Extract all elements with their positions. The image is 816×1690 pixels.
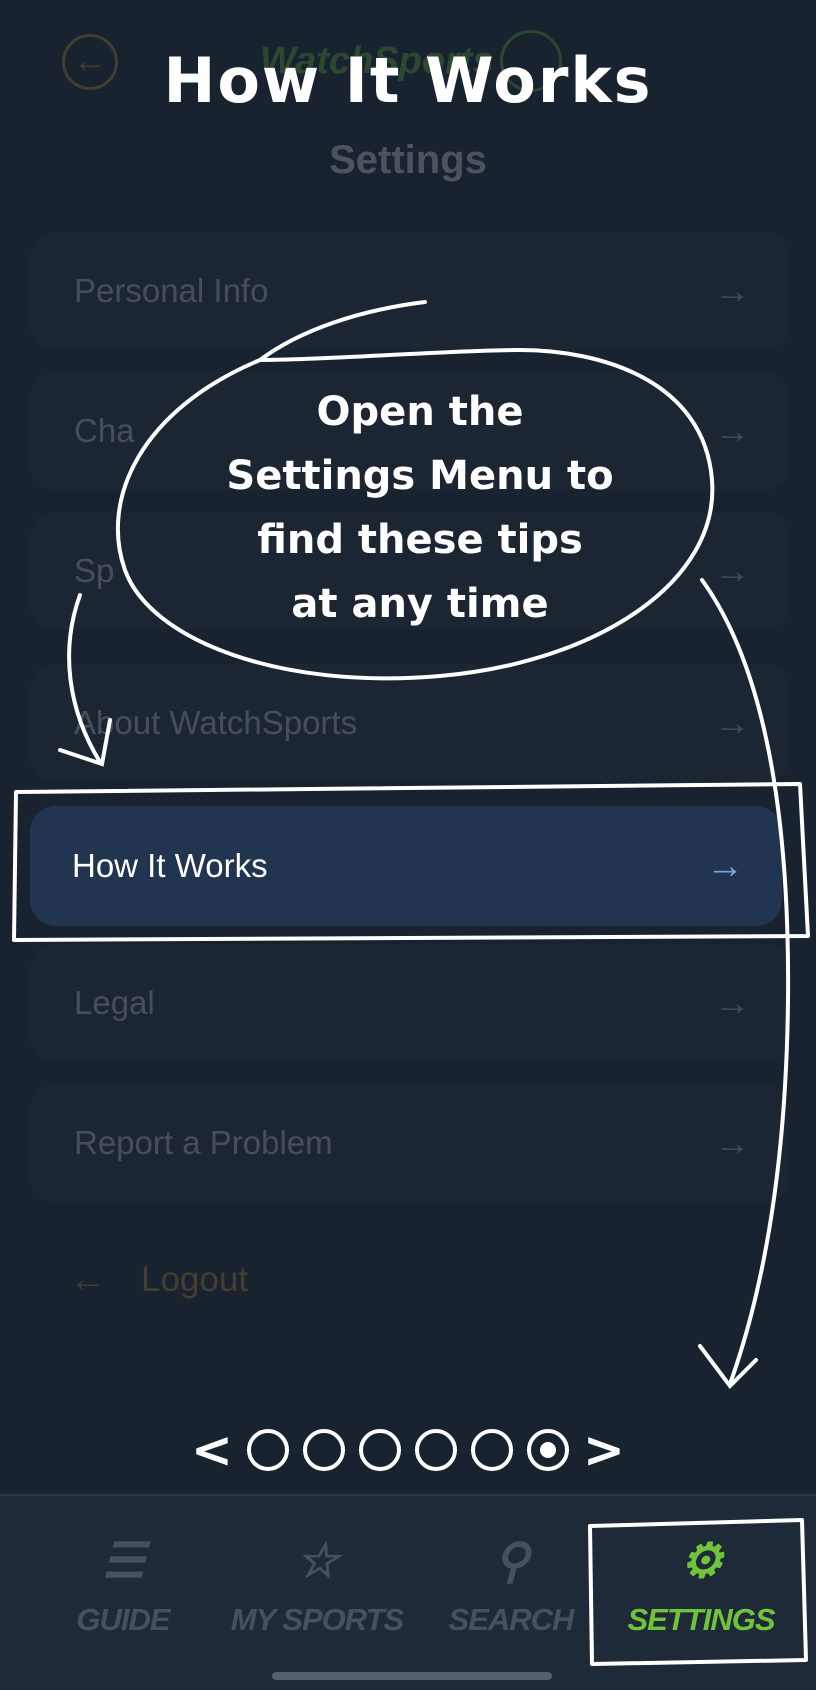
arrow-left-icon: ← bbox=[70, 1260, 105, 1299]
menu-item-label: Cha bbox=[74, 412, 135, 449]
pager-prev-button[interactable]: < bbox=[191, 1421, 233, 1479]
search-icon: ⚲ bbox=[493, 1535, 529, 1588]
tab-search[interactable]: ⚲ SEARCH bbox=[416, 1532, 606, 1638]
arrow-left-icon: ← bbox=[73, 42, 107, 80]
pager-next-button[interactable]: > bbox=[583, 1421, 625, 1479]
tab-my-sports[interactable]: ☆ MY SPORTS bbox=[222, 1532, 412, 1638]
menu-item-label: Sp bbox=[74, 552, 115, 589]
tab-guide[interactable]: ☰ GUIDE bbox=[28, 1532, 218, 1638]
arrow-right-icon: → bbox=[714, 982, 750, 1023]
tab-settings[interactable]: ⚙ SETTINGS bbox=[606, 1532, 796, 1638]
gear-icon: ⚙ bbox=[679, 1535, 723, 1588]
menu-item-report-problem[interactable]: Report a Problem → bbox=[30, 1084, 790, 1202]
menu-item-sports[interactable]: Sp → bbox=[30, 512, 790, 630]
back-button[interactable]: ← bbox=[62, 34, 118, 90]
tab-label: SEARCH bbox=[448, 1602, 575, 1637]
menu-item-about[interactable]: About WatchSports → bbox=[30, 664, 790, 782]
page-title: Settings bbox=[329, 138, 487, 182]
tab-label: SETTINGS bbox=[627, 1602, 775, 1637]
menu-item-label: About WatchSports bbox=[74, 704, 358, 741]
tab-label: GUIDE bbox=[76, 1602, 170, 1637]
menu-item-label: How It Works bbox=[72, 847, 268, 884]
tab-label: MY SPORTS bbox=[230, 1602, 404, 1637]
menu-item-label: Report a Problem bbox=[74, 1124, 333, 1161]
logout-button[interactable]: ← Logout bbox=[70, 1260, 248, 1300]
menu-item-legal[interactable]: Legal → bbox=[30, 944, 790, 1062]
logout-label: Logout bbox=[141, 1260, 249, 1299]
menu-item-label: Legal bbox=[74, 984, 155, 1021]
arrow-right-icon: → bbox=[714, 1122, 750, 1163]
arrow-right-icon: → bbox=[714, 550, 750, 591]
arrow-right-icon: → bbox=[706, 845, 744, 887]
home-indicator bbox=[272, 1672, 552, 1680]
arrow-right-icon: → bbox=[714, 270, 750, 311]
play-icon bbox=[500, 30, 562, 92]
menu-item-label: Personal Info bbox=[74, 272, 269, 309]
menu-item-change[interactable]: Cha → bbox=[30, 372, 790, 490]
bottom-tab-bar: ☰ GUIDE ☆ MY SPORTS ⚲ SEARCH ⚙ SETTINGS bbox=[0, 1494, 816, 1690]
arrow-right-icon: → bbox=[714, 702, 750, 743]
list-icon: ☰ bbox=[101, 1535, 145, 1588]
menu-item-personal-info[interactable]: Personal Info → bbox=[30, 232, 790, 350]
app-logo: WatchSports bbox=[260, 40, 494, 82]
menu-item-how-it-works[interactable]: How It Works → bbox=[30, 806, 782, 926]
arrow-right-icon: → bbox=[714, 410, 750, 451]
star-icon: ☆ bbox=[295, 1535, 339, 1588]
